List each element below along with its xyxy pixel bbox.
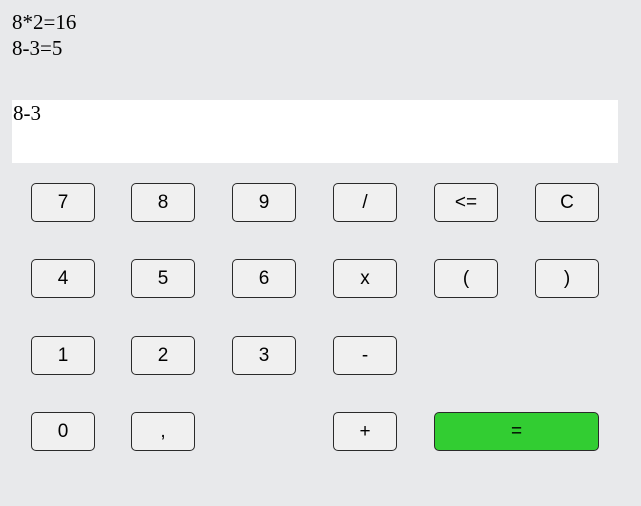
multiply-button[interactable]: x [333, 259, 397, 298]
key-2-button[interactable]: 2 [131, 336, 195, 375]
key-8-button[interactable]: 8 [131, 183, 195, 222]
open-paren-button[interactable]: ( [434, 259, 498, 298]
clear-button[interactable]: C [535, 183, 599, 222]
key-4-button[interactable]: 4 [31, 259, 95, 298]
key-3-button[interactable]: 3 [232, 336, 296, 375]
history-entry: 8*2=16 [12, 10, 77, 34]
calculator: 8*2=16 8-3=5 8-3 7 8 9 / <= C 4 5 6 x ( … [0, 0, 641, 506]
minus-button[interactable]: - [333, 336, 397, 375]
key-9-button[interactable]: 9 [232, 183, 296, 222]
equals-button[interactable]: = [434, 412, 599, 451]
backspace-button[interactable]: <= [434, 183, 498, 222]
history-log: 8*2=16 8-3=5 [12, 9, 76, 61]
key-0-button[interactable]: 0 [31, 412, 95, 451]
close-paren-button[interactable]: ) [535, 259, 599, 298]
key-1-button[interactable]: 1 [31, 336, 95, 375]
expression-display[interactable]: 8-3 [12, 100, 618, 163]
key-5-button[interactable]: 5 [131, 259, 195, 298]
key-7-button[interactable]: 7 [31, 183, 95, 222]
plus-button[interactable]: + [333, 412, 397, 451]
comma-button[interactable]: , [131, 412, 195, 451]
history-entry: 8-3=5 [12, 36, 63, 60]
key-6-button[interactable]: 6 [232, 259, 296, 298]
divide-button[interactable]: / [333, 183, 397, 222]
